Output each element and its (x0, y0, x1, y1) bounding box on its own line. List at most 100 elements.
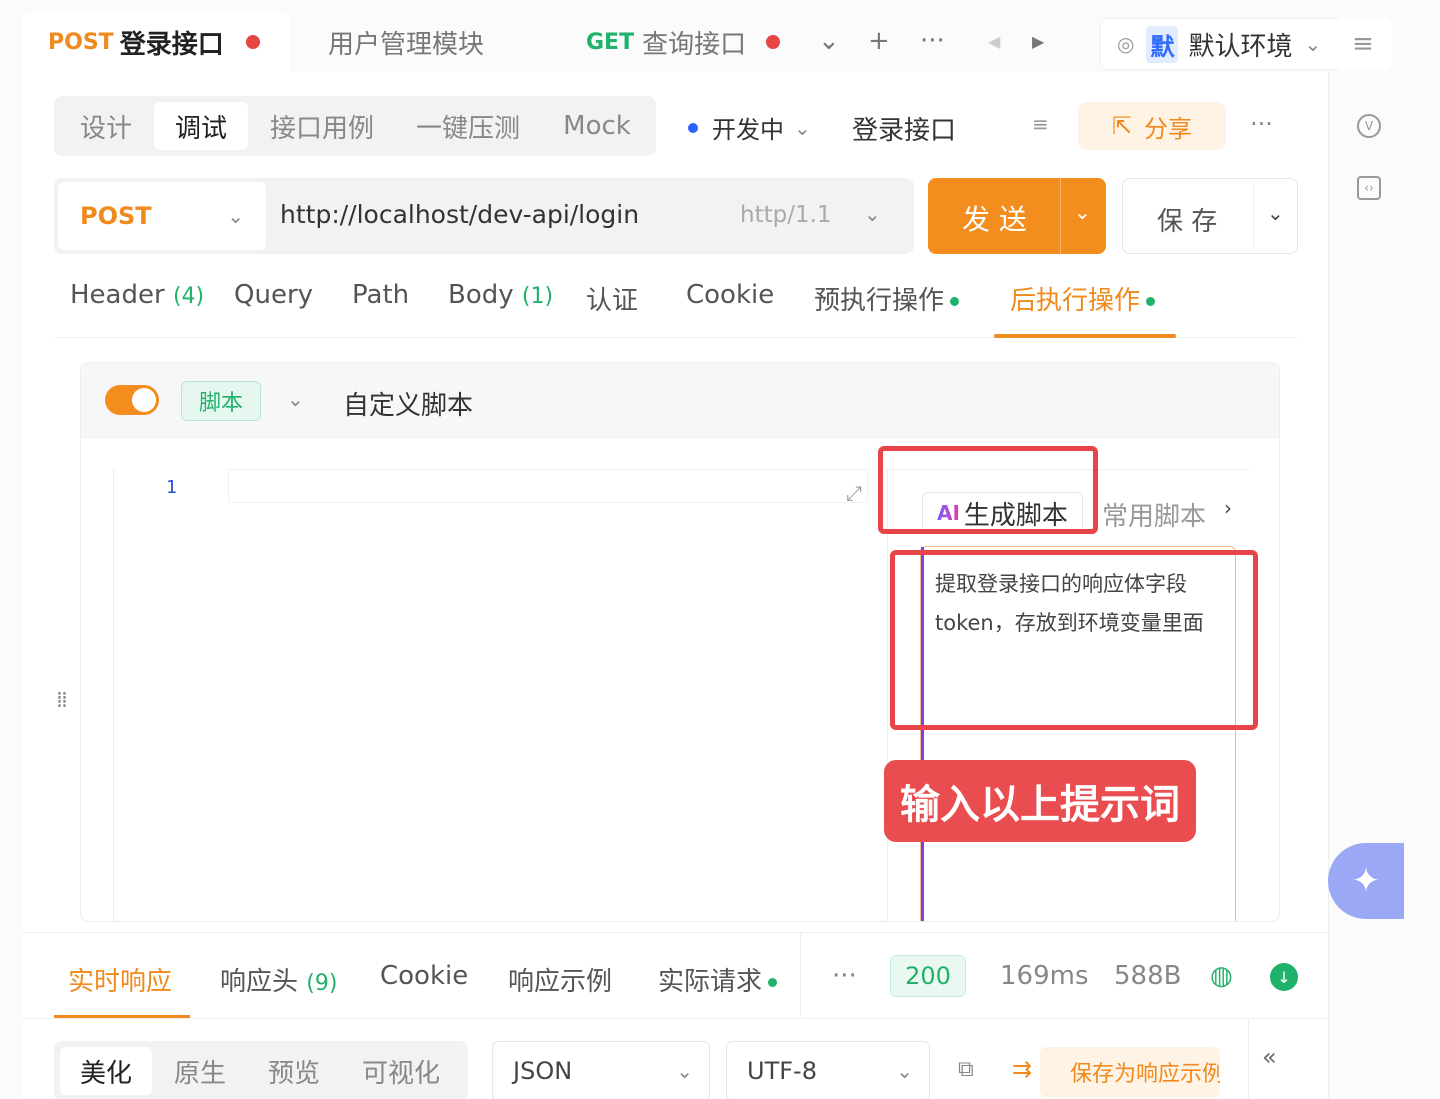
ai-assistant-float-icon[interactable]: ✦ (1328, 843, 1404, 919)
mode-switcher: 设计 调试 接口用例 一键压测 Mock (54, 96, 656, 156)
send-button[interactable]: 发 送 ⌄ (928, 178, 1106, 254)
format-visualize[interactable]: 可视化 (344, 1047, 458, 1095)
tab-user-module[interactable]: 用户管理模块 (328, 12, 548, 72)
response-time: 169ms (1000, 961, 1089, 991)
scroll-right-icon[interactable]: ▶ (1032, 32, 1044, 51)
drag-handle-icon[interactable]: ⁞⁞ (56, 688, 68, 713)
tab-body[interactable]: Body (1) (448, 280, 553, 310)
line-number: 1 (166, 477, 177, 498)
mode-debug[interactable]: 调试 (154, 102, 248, 150)
tab-post-script[interactable]: 后执行操作 (1010, 280, 1156, 317)
tab-live-response[interactable]: 实时响应 (68, 961, 172, 998)
save-button[interactable]: 保 存 ⌄ (1122, 178, 1298, 254)
tab-post-label: 后执行操作 (1010, 286, 1141, 316)
format-pretty[interactable]: 美化 (60, 1047, 152, 1095)
encoding-select[interactable]: UTF-8 ⌄ (726, 1041, 930, 1099)
code-icon[interactable]: ‹› (1357, 176, 1381, 200)
tab-response-cookie[interactable]: Cookie (380, 961, 468, 991)
url-input[interactable]: http://localhost/dev-api/login (280, 200, 639, 229)
chevron-down-icon[interactable]: ⌄ (287, 387, 304, 411)
common-scripts-tab[interactable]: 常用脚本 (1102, 496, 1206, 533)
annotation-callout: 输入以上提示词 (884, 760, 1196, 842)
tab-header-label: Header (70, 280, 165, 310)
mode-cases[interactable]: 接口用例 (252, 102, 392, 150)
save-as-example-label: 保存为响应示例 (1070, 1062, 1220, 1087)
plus-icon[interactable]: + (868, 26, 890, 56)
tab-query[interactable]: Query (234, 280, 313, 310)
body-count: (1) (521, 284, 554, 309)
code-editor[interactable]: 1 ⤢ (113, 469, 883, 921)
language-select[interactable]: JSON ⌄ (492, 1041, 710, 1099)
format-preview[interactable]: 预览 (248, 1047, 340, 1095)
copy-icon[interactable]: ⧉ (958, 1057, 974, 1082)
save-divider (1253, 183, 1254, 249)
chevron-down-icon[interactable]: ⌄ (1267, 201, 1284, 225)
tab-login-api[interactable]: POST 登录接口 (22, 12, 290, 72)
api-status-label: 开发中 (712, 116, 784, 144)
tab-auth[interactable]: 认证 (586, 280, 638, 317)
chevron-down-icon: ⌄ (794, 115, 811, 140)
api-name[interactable]: 登录接口 (852, 110, 956, 147)
active-dot (950, 297, 960, 306)
tab-response-headers[interactable]: 响应头 (9) (220, 961, 337, 998)
expand-icon[interactable]: ⤢ (846, 481, 862, 505)
right-sidebar: V ‹› (1328, 72, 1408, 1099)
chevron-down-icon[interactable]: ⌄ (864, 202, 881, 226)
tab-pre-label: 预执行操作 (814, 286, 945, 316)
format-raw[interactable]: 原生 (154, 1047, 246, 1095)
unsaved-dot (766, 35, 781, 49)
chevron-down-icon: ⌄ (676, 1059, 693, 1083)
url-bar: POST ⌄ http://localhost/dev-api/login ht… (54, 178, 914, 254)
tab-actual-request[interactable]: 实际请求 (658, 961, 778, 998)
tab-response-example[interactable]: 响应示例 (508, 961, 612, 998)
more-icon[interactable]: ··· (1250, 110, 1273, 138)
tab-query-api[interactable]: GET 查询接口 (586, 12, 806, 72)
tab-method: GET (586, 29, 635, 55)
response-size: 588B (1114, 961, 1182, 991)
tab-actual-label: 实际请求 (658, 967, 763, 997)
divider (800, 933, 801, 1019)
protocol-label[interactable]: http/1.1 (740, 202, 832, 228)
chevron-down-icon[interactable]: ⌄ (1074, 200, 1091, 224)
more-icon[interactable]: ··· (832, 961, 857, 991)
script-header: 脚本 ⌄ 自定义脚本 (81, 363, 1279, 439)
tab-path[interactable]: Path (352, 280, 409, 310)
script-name[interactable]: 自定义脚本 (343, 385, 473, 422)
tab-header[interactable]: Header (4) (70, 280, 204, 310)
mode-stress-test[interactable]: 一键压测 (398, 102, 538, 150)
version-icon[interactable]: V (1357, 114, 1381, 138)
globe-icon[interactable]: ◍ (1210, 961, 1233, 991)
environment-selector[interactable]: ◎ 默 默认环境 ⌄ (1100, 18, 1344, 70)
method-selector[interactable]: POST ⌄ (58, 182, 266, 250)
toggle-knob (132, 388, 156, 412)
tab-cookie[interactable]: Cookie (686, 280, 774, 310)
menu-icon[interactable]: ≡ (1334, 18, 1392, 70)
mode-mock[interactable]: Mock (544, 102, 650, 150)
mode-design[interactable]: 设计 (60, 102, 152, 150)
chevron-right-icon[interactable]: › (1224, 496, 1232, 520)
status-code-badge: 200 (890, 955, 966, 997)
method-label: POST (80, 202, 152, 230)
annotation-frame-prompt (890, 550, 1258, 730)
chevron-down-icon[interactable]: ⌄ (818, 26, 840, 56)
tab-method: POST (48, 29, 114, 55)
wrap-icon[interactable]: ⇉ (1012, 1055, 1032, 1083)
share-button[interactable]: ⇱ 分享 (1078, 102, 1226, 150)
download-icon[interactable]: ↓ (1270, 963, 1298, 991)
response-headers-count: (9) (306, 971, 338, 996)
response-tabs: 实时响应 响应头 (9) Cookie 响应示例 实际请求 ··· 200 16… (22, 932, 1328, 1019)
api-status-selector[interactable]: 开发中 ⌄ (688, 110, 811, 145)
tab-label: 查询接口 (642, 29, 747, 60)
save-as-example-button[interactable]: 保存为响应示例 (1040, 1047, 1220, 1097)
active-tab-indicator (994, 334, 1176, 338)
scroll-left-icon[interactable]: ◀ (988, 32, 1000, 51)
tab-pre-script[interactable]: 预执行操作 (814, 280, 960, 317)
chevron-down-icon: ⌄ (227, 204, 244, 228)
tab-label: 登录接口 (119, 29, 224, 60)
language-value: JSON (513, 1057, 573, 1085)
script-enable-toggle[interactable] (105, 385, 159, 415)
unsaved-dot (245, 35, 260, 49)
collapse-icon[interactable]: « (1262, 1043, 1277, 1071)
more-icon[interactable]: ··· (920, 26, 945, 56)
edit-icon[interactable]: ≡ (1032, 112, 1049, 136)
